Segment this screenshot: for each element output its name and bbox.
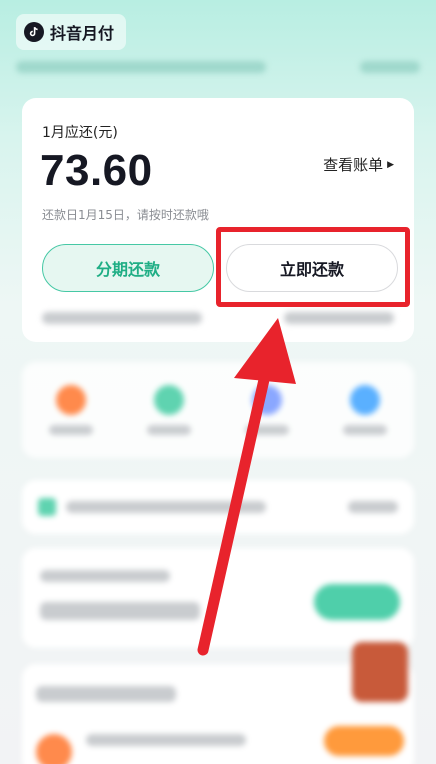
red-arrow-icon [197,318,296,656]
